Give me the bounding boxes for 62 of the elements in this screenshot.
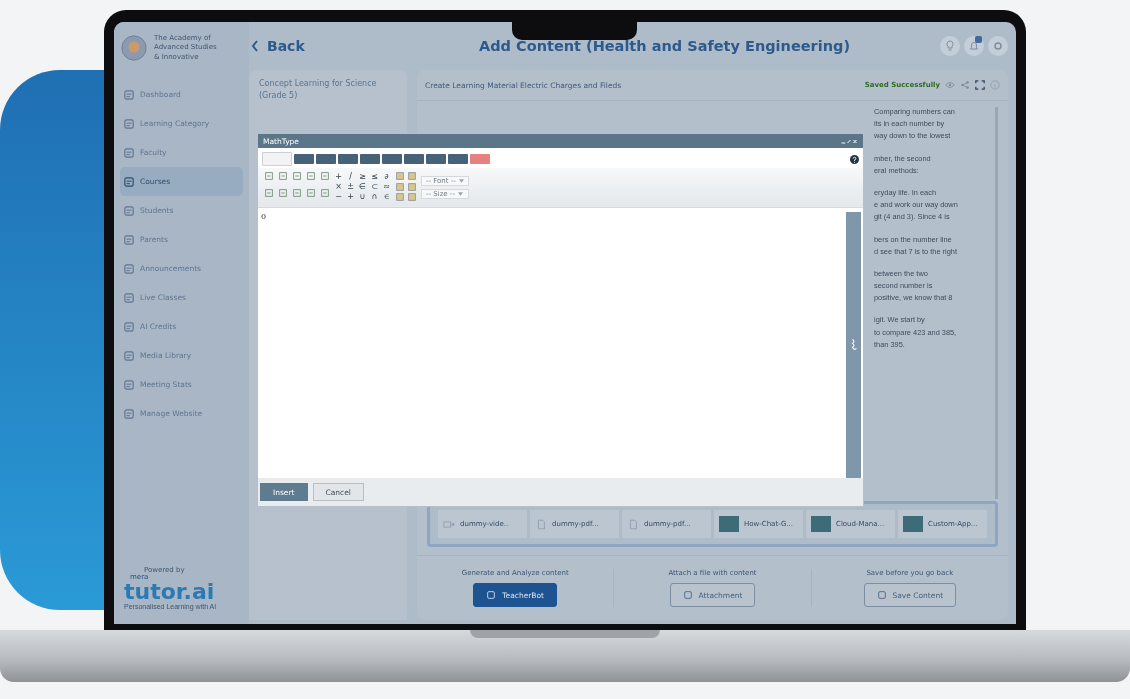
math-template-icon[interactable]	[292, 171, 302, 181]
video-icon	[443, 518, 455, 530]
math-template-icon[interactable]	[306, 171, 316, 181]
palette-tab[interactable]	[262, 152, 292, 166]
page-title: Add Content (Health and Safety Engineering)	[479, 38, 852, 54]
menu-item-icon	[124, 89, 134, 100]
chevron-left-icon	[251, 40, 259, 52]
math-template-icon[interactable]	[320, 188, 330, 198]
help-icon[interactable]	[850, 154, 859, 164]
symbol-key[interactable]: ∈	[358, 182, 367, 192]
bell-icon[interactable]	[964, 36, 984, 56]
menu-item-icon	[124, 379, 134, 390]
crest-icon	[120, 34, 148, 62]
math-template-icon[interactable]	[292, 188, 302, 198]
settings-icon[interactable]	[988, 36, 1008, 56]
math-template-icon[interactable]	[264, 188, 274, 198]
symbol-key[interactable]: ≥	[358, 172, 367, 182]
thumbnail-placeholder	[811, 516, 831, 532]
math-template-icon[interactable]	[278, 188, 288, 198]
eye-icon[interactable]	[945, 80, 955, 90]
menu-item-icon	[124, 321, 134, 332]
symbol-key[interactable]: ⊂	[370, 182, 379, 192]
menu-item-icon	[124, 147, 134, 158]
caret-icon	[457, 191, 463, 196]
symbol-key[interactable]: +	[334, 172, 343, 182]
symbol-key[interactable]: ×	[334, 182, 343, 192]
brand-logo-text: tutor.ai	[124, 581, 216, 603]
symbol-key[interactable]: +	[346, 192, 355, 202]
menu-item-icon	[124, 176, 134, 187]
menu-item-icon	[124, 350, 134, 361]
math-template-icon[interactable]	[278, 171, 288, 181]
format-icon[interactable]	[395, 181, 405, 192]
back-button[interactable]: Back	[249, 38, 479, 54]
format-icon[interactable]	[407, 192, 417, 203]
window-controls-icon[interactable]	[840, 137, 858, 145]
menu-item-icon	[124, 118, 134, 129]
math-template-icon[interactable]	[306, 188, 316, 198]
format-icon[interactable]	[395, 192, 405, 203]
format-icon[interactable]	[407, 181, 417, 192]
share-icon[interactable]	[960, 80, 970, 90]
symbol-key[interactable]: ∪	[358, 192, 367, 202]
menu-item-icon	[124, 292, 134, 303]
menu-item-icon	[124, 263, 134, 274]
menu-item-icon	[124, 205, 134, 216]
symbol-key[interactable]: ≈	[382, 182, 391, 192]
symbol-key[interactable]: ∊	[382, 192, 391, 202]
fullscreen-icon[interactable]	[975, 80, 985, 90]
symbol-key[interactable]: −	[334, 192, 343, 202]
course-title: Concept Learning for Science (Grade 5)	[259, 78, 378, 102]
menu-item-icon	[124, 234, 134, 245]
caret-icon	[458, 178, 464, 183]
thumbnail-placeholder	[903, 516, 923, 532]
symbol-key[interactable]: ±	[346, 182, 355, 192]
symbol-key[interactable]: ∂	[382, 172, 391, 182]
symbol-key[interactable]: /	[346, 172, 355, 182]
math-template-icon[interactable]	[320, 171, 330, 181]
symbol-key[interactable]: ≤	[370, 172, 379, 182]
math-template-icon[interactable]	[264, 171, 274, 181]
menu-item-icon	[124, 408, 134, 419]
symbol-key[interactable]: ∩	[370, 192, 379, 202]
lightbulb-icon[interactable]	[940, 36, 960, 56]
thumbnail-placeholder	[719, 516, 739, 532]
